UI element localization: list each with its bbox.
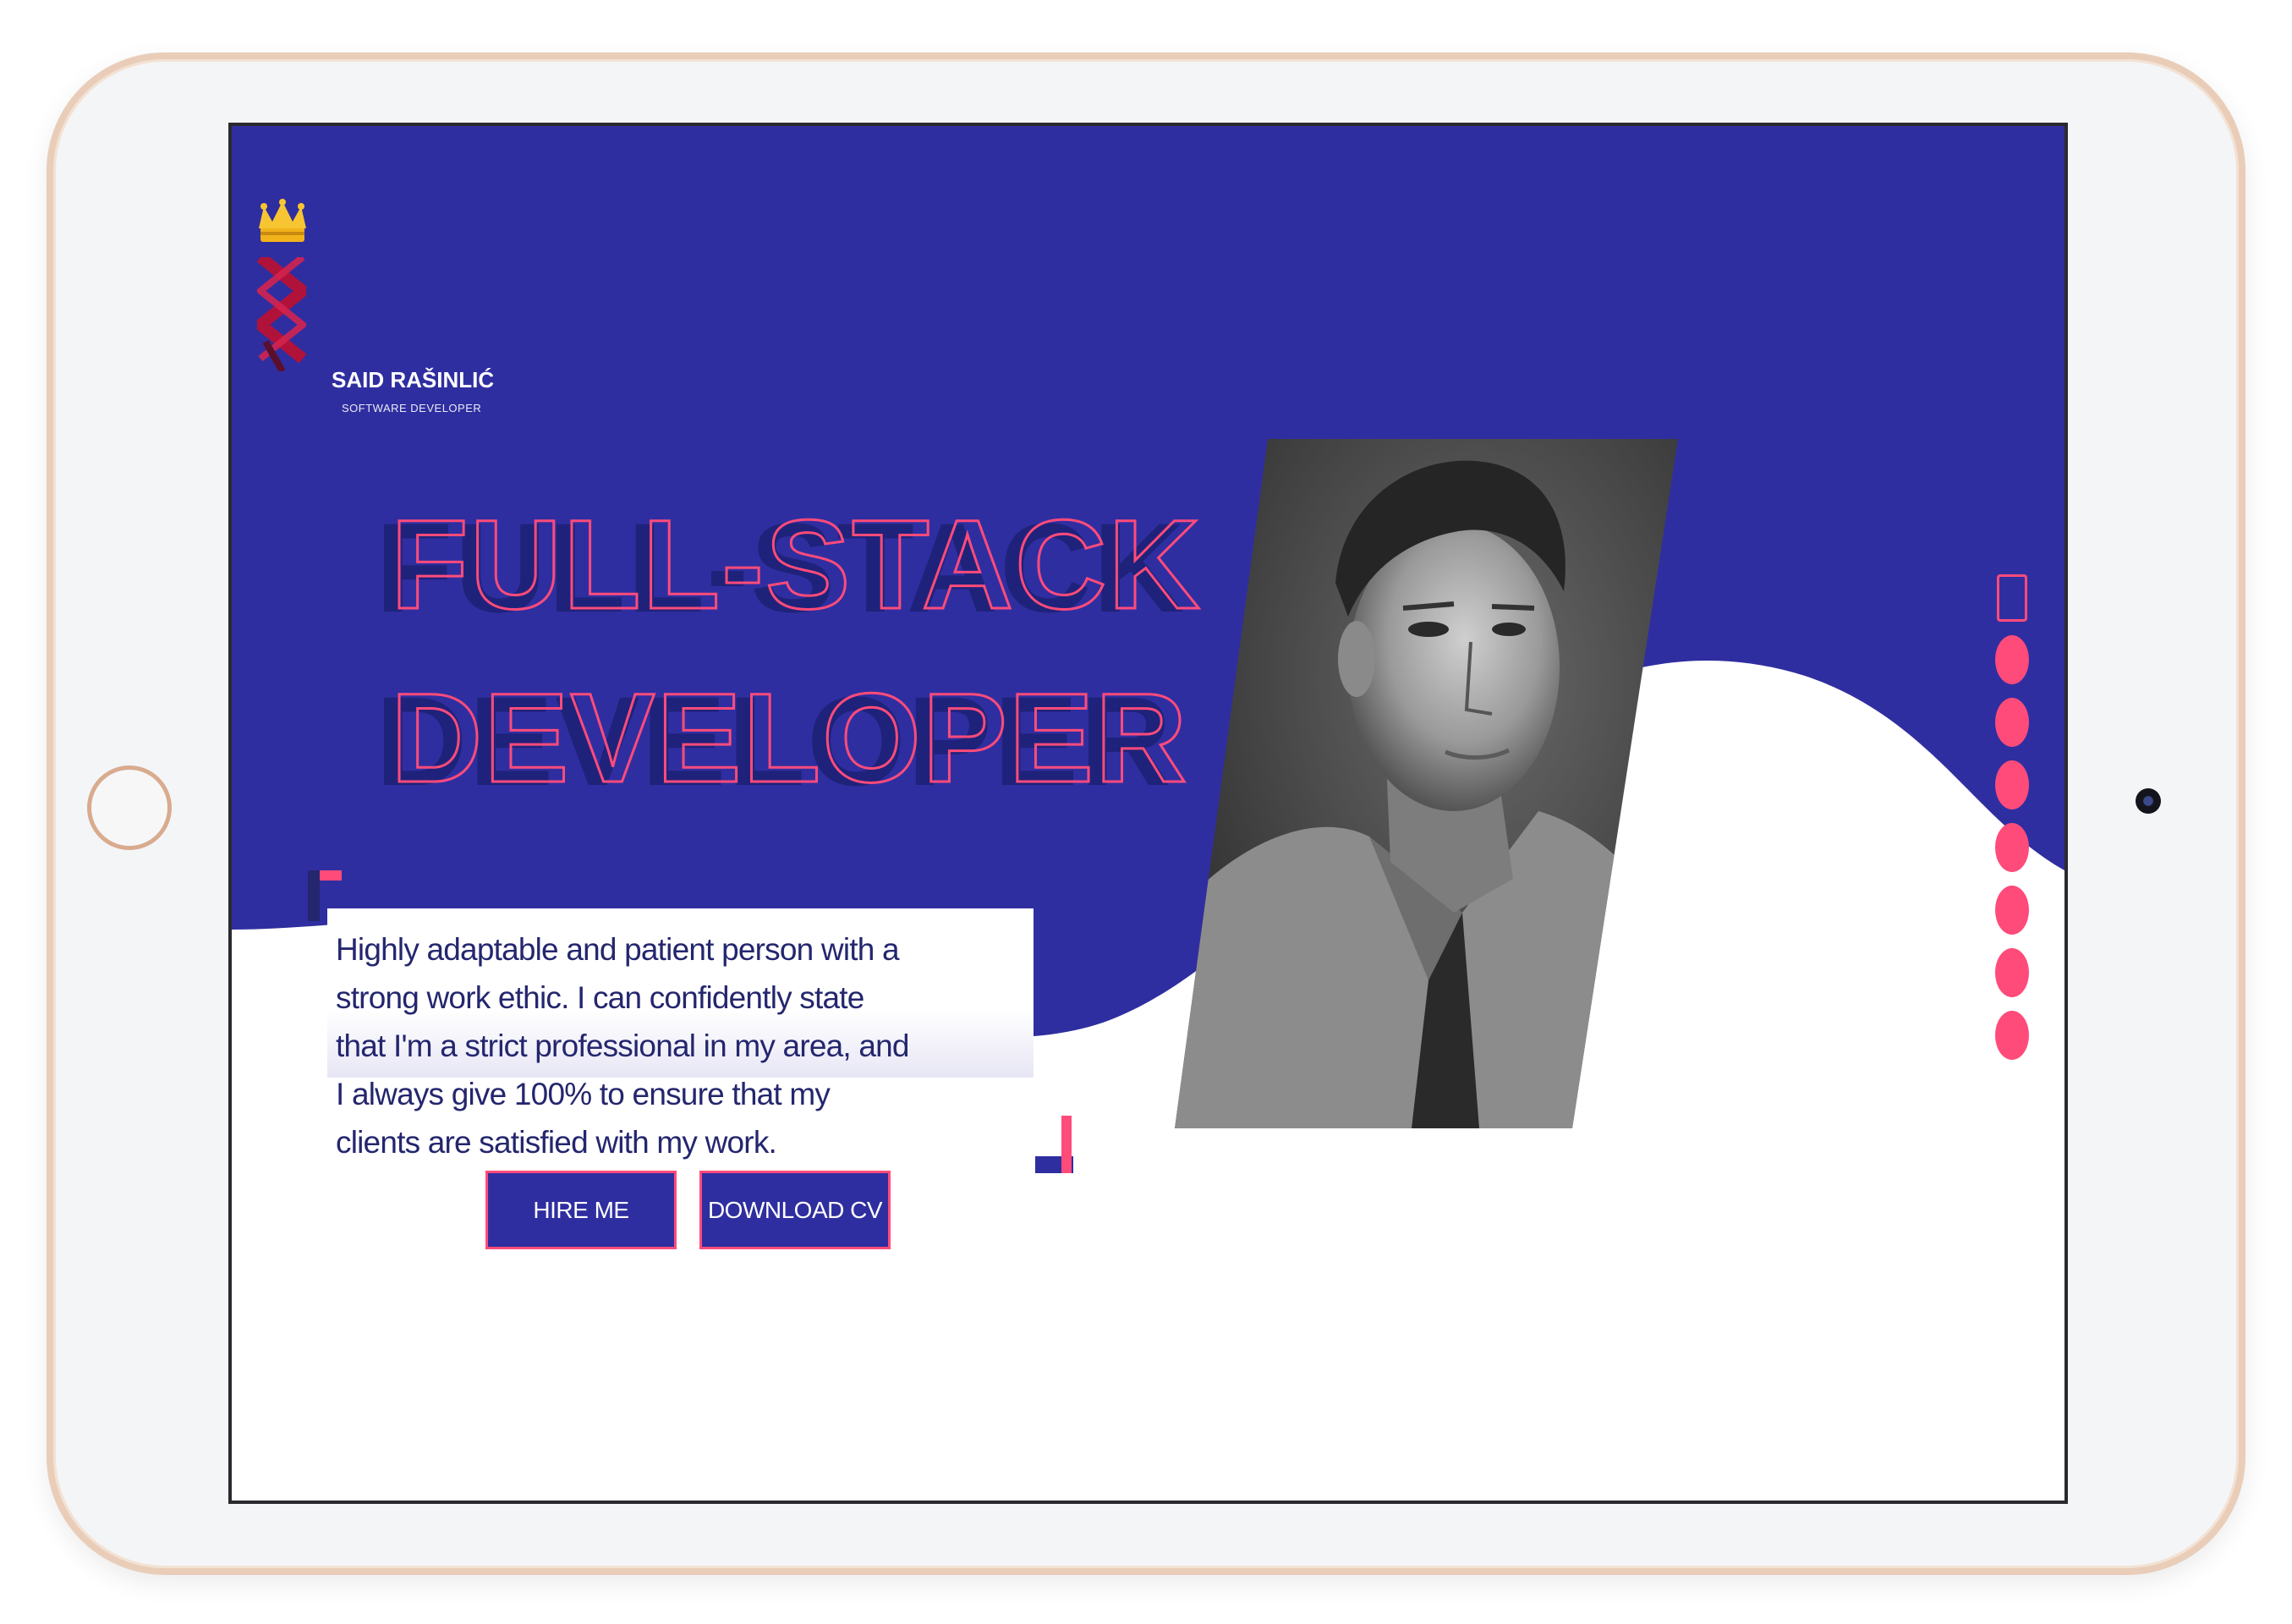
crown-icon [259, 199, 306, 242]
profile-photo [1175, 439, 1678, 1128]
brand-name: SAID RAŠINLIĆ [332, 367, 495, 392]
section-nav-dot[interactable] [1995, 698, 2029, 747]
description-card: Highly adaptable and patient person with… [327, 908, 1034, 1160]
download-cv-button[interactable]: DOWNLOAD CV [699, 1171, 891, 1249]
section-nav-active[interactable] [1997, 574, 2027, 622]
headline-line-1: FULL-STACK FULL-STACK [376, 481, 1201, 655]
section-nav-dot[interactable] [1995, 948, 2029, 997]
home-button[interactable] [87, 765, 172, 850]
brand-role: SOFTWARE DEVELOPER [342, 402, 482, 414]
hero-headline: FULL-STACK FULL-STACK DEVELOPER DEVELOPE… [376, 481, 1201, 828]
section-nav-dot[interactable] [1995, 1011, 2029, 1060]
front-camera [2136, 788, 2161, 814]
headline-line-2-outline: DEVELOPER [389, 666, 1189, 810]
section-nav-dot[interactable] [1995, 886, 2029, 935]
screen: SAID RAŠINLIĆ SOFTWARE DEVELOPER FULL-ST… [228, 123, 2068, 1504]
logo-mark-icon [257, 257, 306, 371]
section-nav-dot[interactable] [1995, 823, 2029, 872]
headline-line-1-outline: FULL-STACK [390, 492, 1202, 637]
headline-line-2: DEVELOPER DEVELOPER [376, 655, 1188, 828]
brand-logo[interactable]: SAID RAŠINLIĆ SOFTWARE DEVELOPER [255, 198, 494, 414]
description-text: Highly adaptable and patient person with… [336, 932, 910, 1160]
hire-me-button[interactable]: HIRE ME [485, 1171, 677, 1249]
section-nav-dot[interactable] [1995, 635, 2029, 684]
section-nav-dot[interactable] [1995, 760, 2029, 809]
corner-accent-bottom-right [1035, 1116, 1073, 1173]
